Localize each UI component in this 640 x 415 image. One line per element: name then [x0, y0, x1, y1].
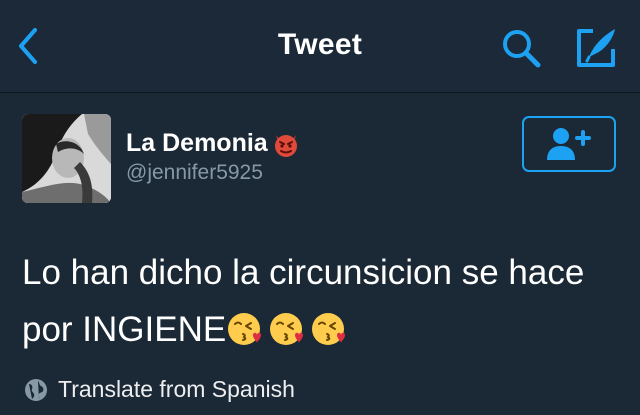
- avatar-image: [22, 114, 111, 203]
- devil-emoji-icon: [272, 130, 300, 158]
- compose-icon: [577, 29, 615, 67]
- kissing-heart-emoji-icon: [310, 307, 346, 364]
- follow-button[interactable]: [522, 116, 616, 172]
- search-icon: [503, 30, 541, 68]
- user-name-text: La Demonia: [126, 129, 268, 157]
- navigation-bar: Tweet: [0, 0, 640, 93]
- tweet-text: Lo han dicho la circunsicion se hace por…: [22, 244, 622, 364]
- kissing-heart-emoji-icon: [268, 307, 304, 364]
- user-display-name[interactable]: La Demonia: [126, 129, 300, 158]
- kissing-heart-emoji-icon: [226, 307, 262, 364]
- add-user-icon: [547, 128, 591, 160]
- user-handle[interactable]: @jennifer5925: [126, 161, 263, 185]
- globe-icon: [25, 378, 47, 401]
- translate-label: Translate from Spanish: [58, 376, 295, 402]
- compose-button[interactable]: [570, 22, 622, 74]
- translate-link[interactable]: Translate from Spanish: [24, 376, 295, 403]
- search-button[interactable]: [496, 24, 546, 72]
- avatar[interactable]: [22, 114, 111, 203]
